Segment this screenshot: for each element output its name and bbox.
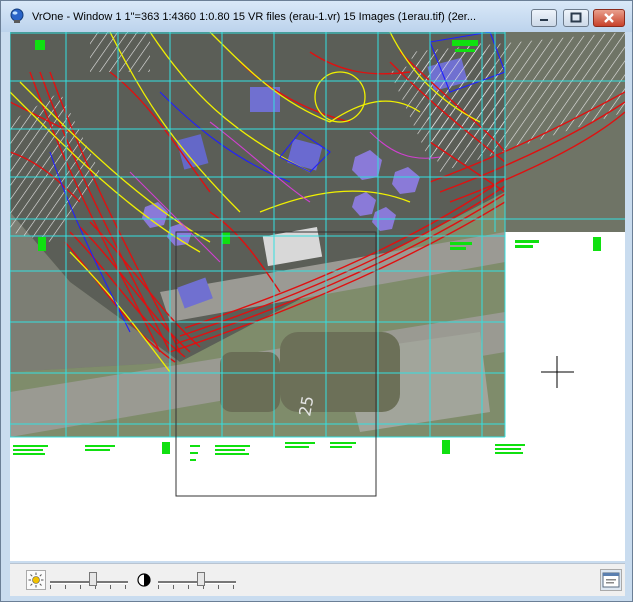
window-title: VrOne - Window 1 1"=363 1:4360 1:0.80 15… (32, 11, 477, 23)
window-settings-button[interactable] (600, 569, 622, 591)
status-bar (10, 563, 625, 596)
vrone-app-icon (10, 8, 24, 23)
brightness-slider-thumb[interactable] (89, 572, 97, 586)
sun-icon (28, 572, 44, 588)
minimize-button[interactable] (531, 9, 557, 27)
close-button[interactable] (593, 9, 625, 27)
contrast-slider-thumb[interactable] (197, 572, 205, 586)
contrast-slider[interactable] (158, 570, 236, 590)
stereo-viewport[interactable]: 25 (10, 32, 625, 561)
contrast-button[interactable] (134, 570, 154, 590)
maximize-button[interactable] (563, 9, 589, 27)
window-settings-icon (602, 572, 620, 588)
brightness-slider[interactable] (50, 570, 128, 590)
svg-text:25: 25 (295, 394, 317, 417)
title-bar[interactable]: VrOne - Window 1 1"=363 1:4360 1:0.80 15… (1, 1, 632, 32)
close-icon (604, 13, 614, 23)
vrone-window: VrOne - Window 1 1"=363 1:4360 1:0.80 15… (0, 0, 633, 602)
map-canvas[interactable]: 25 (10, 32, 625, 561)
maximize-icon (570, 12, 582, 23)
contrast-icon (137, 573, 151, 587)
brightness-button[interactable] (26, 570, 46, 590)
minimize-icon (540, 19, 548, 21)
